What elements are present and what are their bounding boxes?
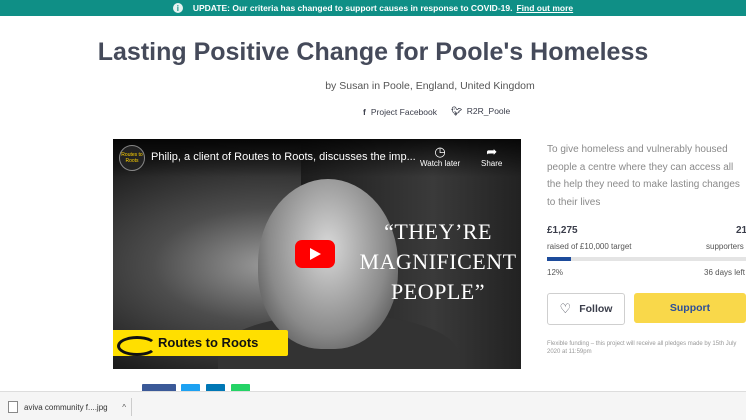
video-title[interactable]: Philip, a client of Routes to Roots, dis… [151,151,416,163]
twitter-icon: 🐦︎ [451,106,462,116]
days-left: 36 days left [704,268,745,277]
flexible-funding-note: Flexible funding – this project will rec… [547,341,737,355]
routes-to-roots-badge: Routes to Roots [113,330,288,356]
share-icon: ➦ [486,144,498,159]
find-out-more-link[interactable]: Find out more [516,3,573,13]
twitter-label: R2R_Poole [466,106,511,116]
quote-line-1: “THEY’RE [384,219,492,244]
info-icon: i [172,3,183,13]
funding-progress-fill [547,257,571,261]
file-icon [8,401,18,413]
banner-text: UPDATE: Our criteria has changed to supp… [192,3,513,13]
swoosh-logo-icon [117,336,157,356]
facebook-label: Project Facebook [370,106,437,117]
percent-funded: 12% [547,268,564,277]
facebook-link[interactable]: f Project Facebook [363,107,437,117]
divider [131,398,132,416]
heart-icon: ♡ [559,301,572,316]
quote-line-2: MAGNIFICENT [359,249,517,274]
project-byline: by Susan in Poole, England, United Kingd… [325,80,535,92]
facebook-share-button[interactable] [142,384,176,391]
download-file-name: aviva community f....jpg [24,402,108,412]
whatsapp-share-button[interactable] [231,384,250,391]
twitter-share-button[interactable] [181,384,200,391]
channel-logo[interactable]: Routes to Roots [119,145,145,171]
funding-progress-bar [547,257,746,261]
supporters-label: supporters [706,242,744,251]
project-description: To give homeless and vulnerably housed p… [547,144,740,208]
follow-label: Follow [579,303,613,315]
download-bar: aviva community f....jpg ^ [0,391,746,420]
share-button[interactable]: ➦ Share [481,144,503,169]
amount-raised: £1,275 [547,225,578,236]
video-quote: “THEY’RE MAGNIFICENT PEOPLE” [353,217,521,307]
social-links: f Project Facebook 🐦︎ R2R_Poole [363,106,510,117]
announcement-banner: i UPDATE: Our criteria has changed to su… [0,0,746,16]
share-label: Share [481,159,503,168]
twitter-link[interactable]: 🐦︎ R2R_Poole [451,106,510,117]
play-button[interactable] [295,240,335,268]
follow-button[interactable]: ♡ Follow [547,293,625,325]
clock-icon: ◷ [434,144,446,159]
page-title: Lasting Positive Change for Poole's Home… [97,38,649,66]
video-player[interactable]: Routes to Roots Philip, a client of Rout… [113,139,521,369]
chevron-up-icon[interactable]: ^ [122,403,126,412]
watch-later-label: Watch later [420,159,461,168]
supporters-count: 21 [736,225,746,236]
facebook-icon: f [363,106,366,117]
badge-text: Routes to Roots [158,335,259,350]
linkedin-share-button[interactable] [206,384,225,391]
quote-line-3: PEOPLE” [391,279,485,304]
raised-label: raised of £10,000 target [547,242,632,251]
support-label: Support [669,302,711,314]
support-button[interactable]: Support [634,293,746,323]
download-item[interactable]: aviva community f....jpg ^ [0,396,132,418]
watch-later-button[interactable]: ◷ Watch later [420,144,461,169]
